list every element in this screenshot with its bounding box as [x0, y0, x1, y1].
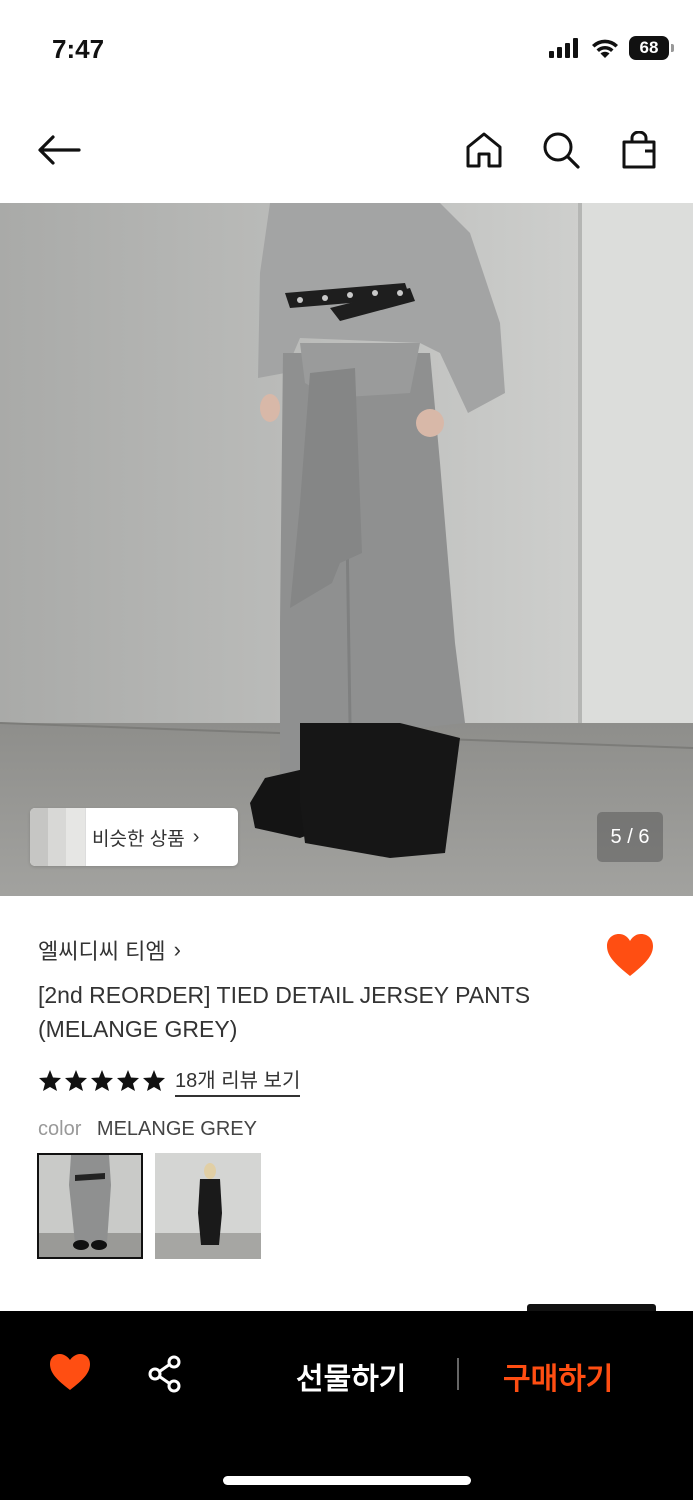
star-icon: [65, 1070, 87, 1091]
home-indicator: [223, 1476, 471, 1485]
reviews-link[interactable]: 18개 리뷰 보기: [175, 1064, 301, 1097]
status-bar: 7:47 68: [0, 0, 693, 100]
heart-icon[interactable]: [48, 1352, 92, 1392]
color-swatch-melange-grey[interactable]: [37, 1153, 143, 1259]
star-icon: [91, 1070, 113, 1091]
wifi-icon: [592, 39, 618, 58]
star-icon: [143, 1070, 165, 1091]
color-swatches: [37, 1153, 261, 1259]
image-page-counter: 5 / 6: [597, 812, 663, 862]
chevron-right-icon: ›: [192, 825, 200, 848]
product-image-carousel[interactable]: [0, 203, 693, 896]
home-button[interactable]: [458, 124, 510, 176]
back-arrow-icon: [38, 135, 81, 165]
swatch-thumbnail: [155, 1153, 261, 1259]
chevron-right-icon: ›: [173, 937, 181, 962]
gift-button[interactable]: 선물하기: [296, 1354, 406, 1398]
signal-icon: [549, 38, 578, 58]
rating-stars: [38, 1069, 166, 1092]
top-nav-bar: [0, 100, 693, 203]
star-icon: [39, 1070, 61, 1091]
bottom-bar-divider: [457, 1358, 459, 1390]
brand-name: 엘씨디씨 티엠: [38, 939, 166, 964]
swatch-thumbnail: [39, 1155, 141, 1257]
status-icons: 68: [549, 36, 674, 60]
buy-button[interactable]: 구매하기: [503, 1354, 613, 1398]
status-time: 7:47: [52, 34, 105, 64]
shopping-bag-icon: [622, 131, 656, 169]
rating-row: 18개 리뷰 보기: [38, 1064, 301, 1097]
color-label: color: [38, 1118, 82, 1140]
similar-thumbnails: [30, 808, 86, 866]
home-icon: [466, 132, 502, 168]
similar-products-label: 비슷한 상품: [92, 828, 185, 850]
star-icon: [117, 1070, 139, 1091]
search-button[interactable]: [535, 124, 587, 176]
bottom-purchase-bar: [0, 1311, 693, 1500]
similar-products-button[interactable]: 비슷한 상품 ›: [30, 808, 238, 866]
search-icon: [543, 132, 580, 169]
product-photo: [0, 203, 693, 896]
cart-button[interactable]: [613, 124, 665, 176]
share-icon[interactable]: [146, 1355, 184, 1393]
back-button[interactable]: [33, 124, 85, 176]
product-title: [2nd REORDER] TIED DETAIL JERSEY PANTS (…: [38, 982, 531, 1042]
battery-icon: 68: [629, 36, 674, 60]
color-swatch-black[interactable]: [155, 1153, 261, 1259]
brand-link[interactable]: 엘씨디씨 티엠 ›: [38, 934, 181, 966]
color-value: MELANGE GREY: [96, 1118, 257, 1140]
color-row: color MELANGE GREY: [38, 1118, 257, 1141]
wishlist-heart-icon[interactable]: [605, 932, 655, 978]
